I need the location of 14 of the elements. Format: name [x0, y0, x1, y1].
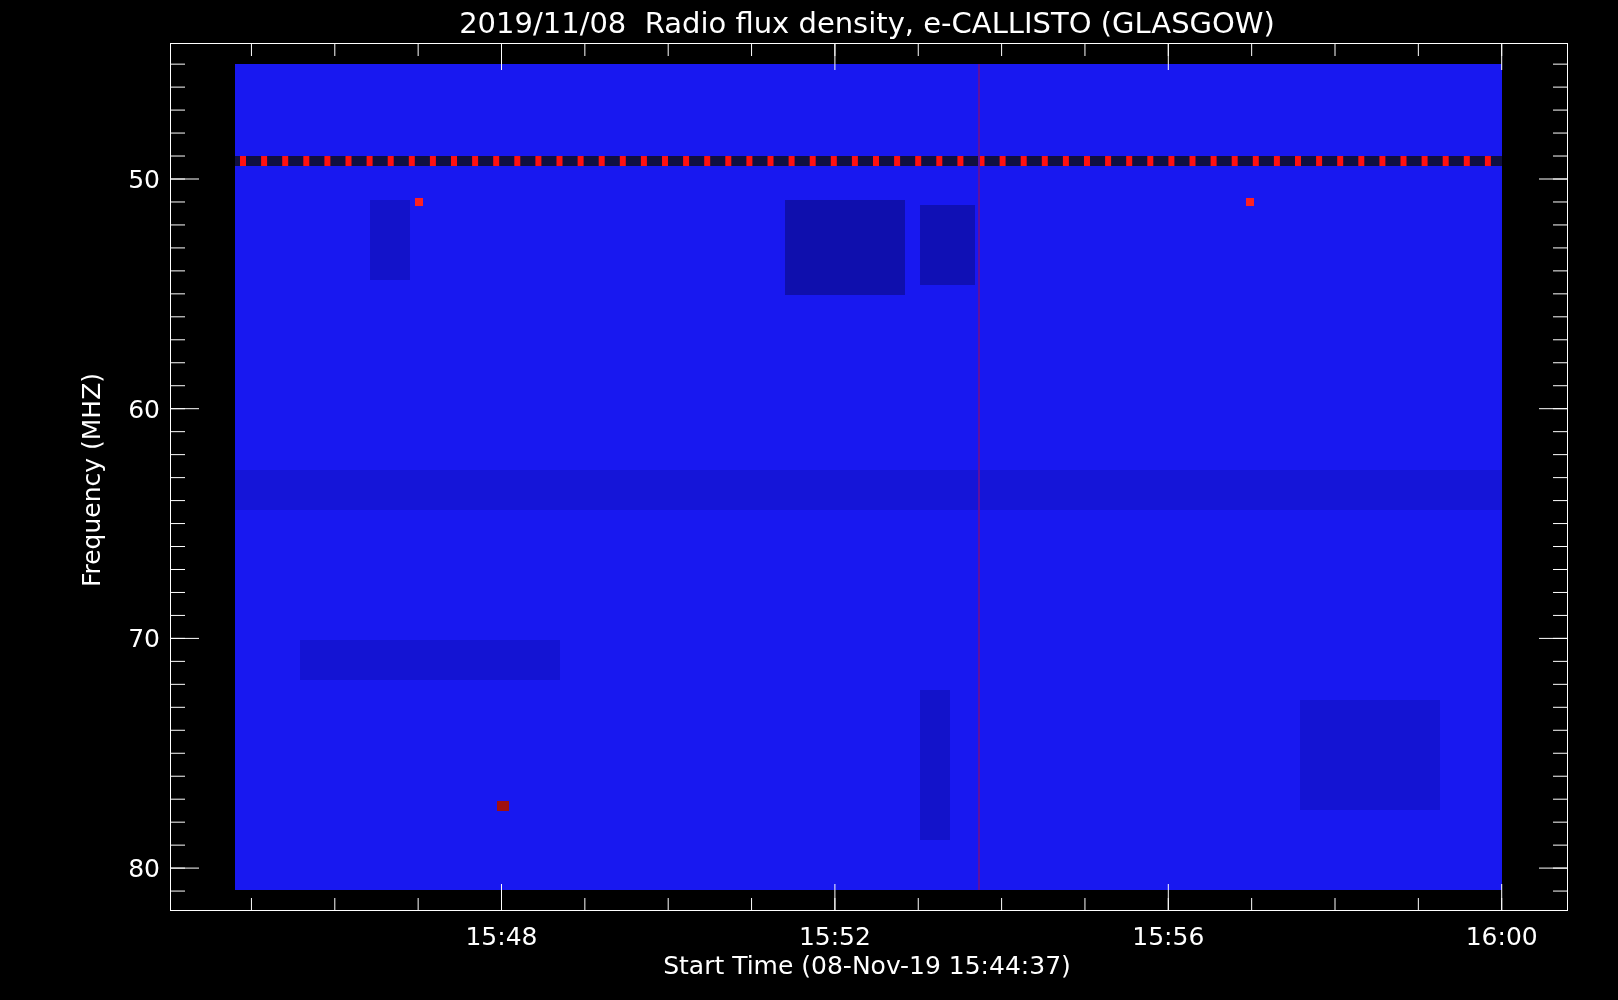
x-tick-label: 15:56	[1132, 922, 1205, 951]
x-axis-label: Start Time (08-Nov-19 15:44:37)	[663, 951, 1071, 980]
x-tick-label: 15:48	[465, 922, 538, 951]
signal-spot	[1246, 198, 1254, 206]
y-tick-label: 60	[128, 394, 160, 424]
chart-title: 2019/11/08 Radio flux density, e-CALLISTO (GLASGOW)	[459, 6, 1275, 40]
x-tick-label: 15:52	[798, 922, 871, 951]
signal-spot	[497, 801, 509, 811]
y-tick-label: 70	[128, 624, 160, 654]
y-tick-label: 50	[128, 165, 160, 194]
y-axis-label: Frequency (MHZ)	[77, 372, 106, 588]
signal-spot	[415, 198, 423, 206]
x-tick-label: 16:00	[1465, 922, 1538, 951]
y-tick-label: 80	[128, 854, 160, 884]
